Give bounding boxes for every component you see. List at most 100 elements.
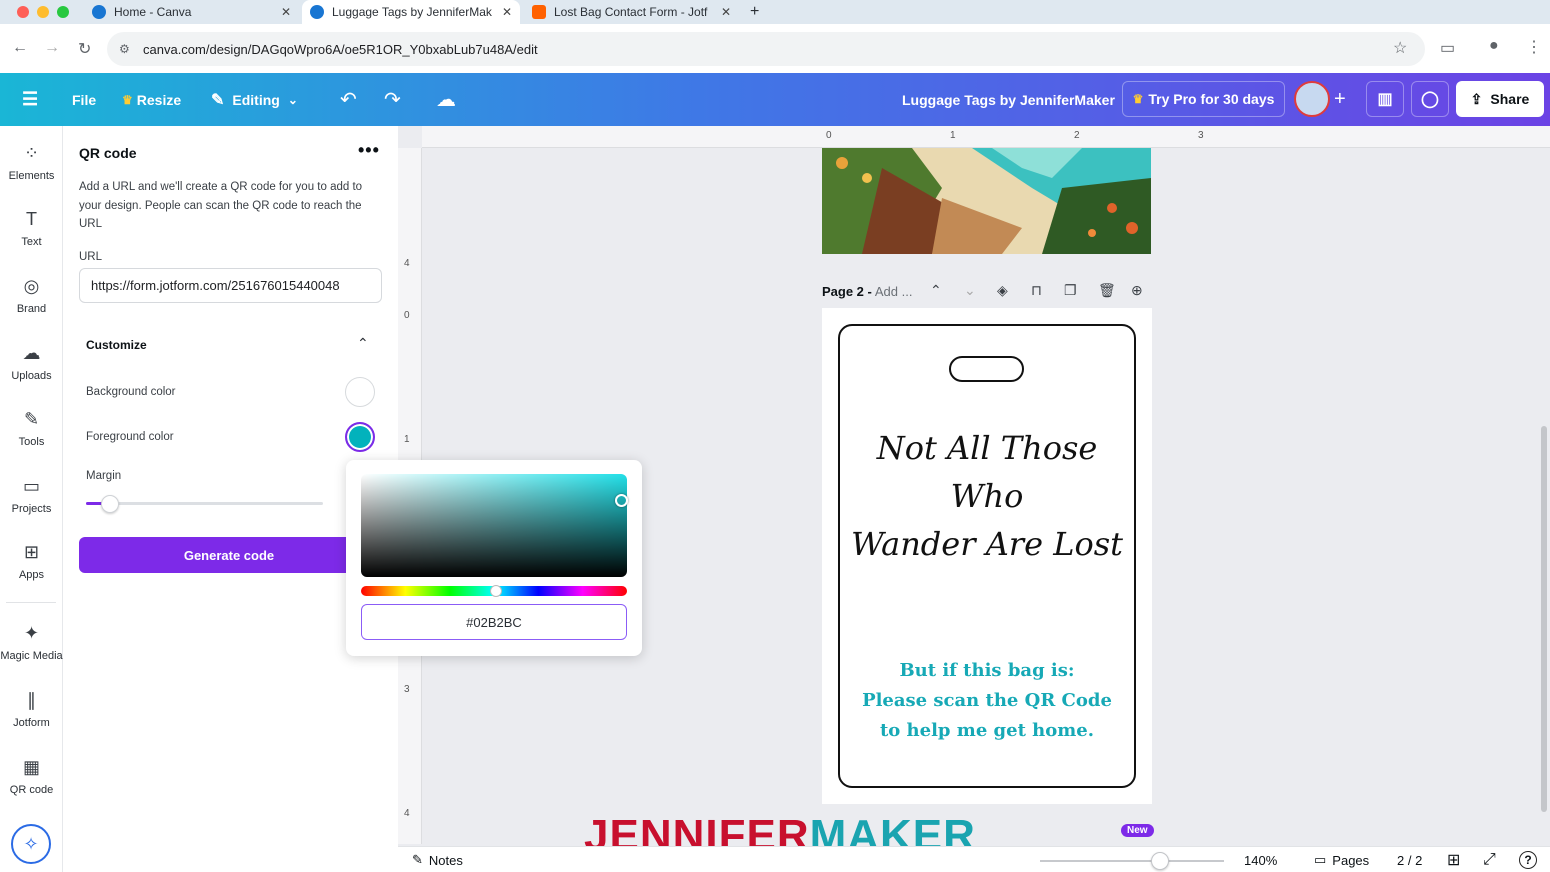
file-menu[interactable]: File: [72, 73, 96, 126]
resize-button[interactable]: ♛ Resize: [122, 73, 181, 126]
chevron-up-icon[interactable]: ⌃: [930, 282, 942, 299]
share-button[interactable]: ⇪ Share: [1456, 81, 1544, 117]
forward-icon[interactable]: →: [44, 39, 60, 57]
chevron-down-icon[interactable]: ⌄: [964, 282, 976, 299]
qr-code-icon: ▦: [22, 757, 40, 777]
pages-label: Pages: [1332, 852, 1370, 868]
comments-icon[interactable]: ◯: [1411, 81, 1449, 117]
page-1-illustration[interactable]: [822, 148, 1151, 254]
rail-item-brand[interactable]: ◎ Brand: [0, 273, 63, 315]
help-button[interactable]: ?: [1519, 847, 1537, 872]
undo-icon[interactable]: ↶: [340, 73, 357, 126]
generate-code-button[interactable]: Generate code: [79, 537, 379, 573]
tag-teal-text[interactable]: But if this bag is: Please scan the QR C…: [838, 656, 1136, 746]
url-input[interactable]: https://form.jotform.com/251676015440048: [79, 268, 382, 303]
rail-divider: [6, 602, 56, 603]
ruler-tick: 3: [404, 684, 410, 695]
hue-slider-handle[interactable]: [490, 585, 502, 597]
teal-line: Please scan the QR Code: [862, 690, 1112, 711]
add-page-title[interactable]: Add ...: [875, 284, 913, 299]
foreground-color-label: Foreground color: [86, 431, 174, 443]
close-window-button[interactable]: [17, 6, 29, 18]
chevron-up-icon[interactable]: ⌃: [357, 335, 369, 352]
close-tab-icon[interactable]: ✕: [721, 5, 731, 19]
minimize-window-button[interactable]: [37, 6, 49, 18]
magic-assistant-icon[interactable]: ✧: [11, 824, 51, 864]
close-tab-icon[interactable]: ✕: [281, 5, 291, 19]
add-page-icon[interactable]: ⊕: [1131, 282, 1143, 299]
saturation-value-area[interactable]: [361, 474, 627, 577]
rail-item-projects[interactable]: ▭ Projects: [0, 473, 63, 515]
browser-tab-luggage[interactable]: Luggage Tags by JenniferMak ✕: [302, 0, 520, 24]
rail-item-magic-media[interactable]: ✦ Magic Media: [0, 620, 63, 662]
magic-media-icon: ✦: [23, 623, 40, 643]
duplicate-icon[interactable]: ❐: [1064, 282, 1077, 299]
insights-icon[interactable]: ▥: [1366, 81, 1404, 117]
maximize-window-button[interactable]: [57, 6, 69, 18]
rail-item-qr-code[interactable]: ▦ QR code: [0, 754, 63, 796]
margin-slider-handle[interactable]: [101, 495, 119, 513]
page-label: Page 2 -: [822, 283, 872, 299]
address-bar-row: ← → ↻ ⚙ canva.com/design/DAGqoWpro6A/oe5…: [0, 24, 1550, 73]
uploads-icon: ☁: [22, 343, 41, 363]
margin-slider-track[interactable]: [86, 502, 323, 505]
pages-button[interactable]: ▭ Pages: [1314, 847, 1369, 872]
rail-item-tools[interactable]: ✎ Tools: [0, 406, 63, 448]
back-icon[interactable]: ←: [12, 39, 28, 57]
upload-icon: ⇪: [1470, 90, 1483, 107]
rail-item-uploads[interactable]: ☁ Uploads: [0, 340, 63, 382]
script-line: Wander Are Lost: [851, 525, 1123, 563]
canva-favicon-icon: [310, 5, 324, 19]
tag-strap-slot[interactable]: [949, 356, 1024, 382]
jotform-icon: ∥: [27, 690, 36, 710]
add-collaborator-icon[interactable]: +: [1334, 73, 1346, 126]
rail-item-jotform[interactable]: ∥ Jotform: [0, 687, 63, 729]
rail-item-text[interactable]: T Text: [0, 206, 63, 248]
delete-icon[interactable]: 🗑: [1098, 282, 1116, 299]
fullscreen-icon[interactable]: ⤢: [1483, 847, 1496, 872]
document-title[interactable]: Luggage Tags by JenniferMaker: [902, 73, 1115, 126]
cloud-save-icon[interactable]: ☁: [436, 73, 456, 126]
rail-item-elements[interactable]: ⁘ Elements: [0, 140, 63, 182]
close-tab-icon[interactable]: ✕: [502, 5, 512, 19]
help-icon: ?: [1519, 851, 1537, 869]
redo-icon[interactable]: ↷: [384, 73, 401, 126]
main-menu-icon[interactable]: ☰: [22, 73, 38, 126]
more-options-icon[interactable]: •••: [358, 140, 380, 161]
cast-icon[interactable]: ▭: [1440, 38, 1455, 58]
browser-menu-icon[interactable]: ⋮: [1526, 37, 1542, 57]
new-badge: New: [1121, 824, 1154, 837]
canvas-scrollbar[interactable]: [1541, 426, 1547, 812]
rail-item-apps[interactable]: ⊞ Apps: [0, 539, 63, 581]
zoom-slider-track[interactable]: [1040, 860, 1224, 862]
tag-script-text[interactable]: Not All Those Who Wander Are Lost: [838, 424, 1136, 568]
new-tab-button[interactable]: +: [750, 0, 759, 24]
address-field[interactable]: ⚙ canva.com/design/DAGqoWpro6A/oe5R1OR_Y…: [107, 32, 1425, 66]
zoom-slider-handle[interactable]: [1151, 852, 1169, 870]
bottom-bar: ✎ Notes 140% ▭ Pages 2 / 2 ⊞ ⤢ ?: [398, 846, 1550, 872]
resize-label: Resize: [136, 91, 182, 108]
try-pro-button[interactable]: ♛ Try Pro for 30 days: [1122, 81, 1285, 117]
url-label: URL: [79, 251, 103, 263]
saturation-value-handle[interactable]: [615, 494, 628, 507]
bookmark-star-icon[interactable]: ☆: [1393, 38, 1407, 58]
lock-icon[interactable]: ⊓: [1031, 282, 1042, 299]
browser-tab-jotform[interactable]: Lost Bag Contact Form - Jotf ✕: [524, 0, 739, 24]
notes-button[interactable]: ✎ Notes: [412, 847, 463, 872]
hide-page-icon[interactable]: ◈: [997, 282, 1008, 299]
foreground-color-swatch[interactable]: [345, 422, 375, 452]
customize-heading[interactable]: Customize: [86, 338, 147, 352]
grid-view-icon[interactable]: ⊞: [1447, 847, 1460, 872]
profile-icon[interactable]: ●: [1489, 37, 1499, 55]
background-color-swatch[interactable]: [345, 377, 375, 407]
beach-scene-image: [822, 148, 1151, 254]
editing-mode-dropdown[interactable]: ✎ Editing ⌄: [211, 73, 298, 126]
tab-title: Home - Canva: [114, 5, 192, 19]
site-info-icon[interactable]: ⚙: [119, 42, 130, 56]
zoom-level[interactable]: 140%: [1244, 847, 1277, 872]
reload-icon[interactable]: ↻: [78, 39, 91, 59]
ruler-tick: 3: [1198, 130, 1204, 141]
browser-tab-home[interactable]: Home - Canva ✕: [84, 0, 299, 24]
hex-color-input[interactable]: #02B2BC: [361, 604, 627, 640]
avatar[interactable]: [1294, 81, 1330, 117]
